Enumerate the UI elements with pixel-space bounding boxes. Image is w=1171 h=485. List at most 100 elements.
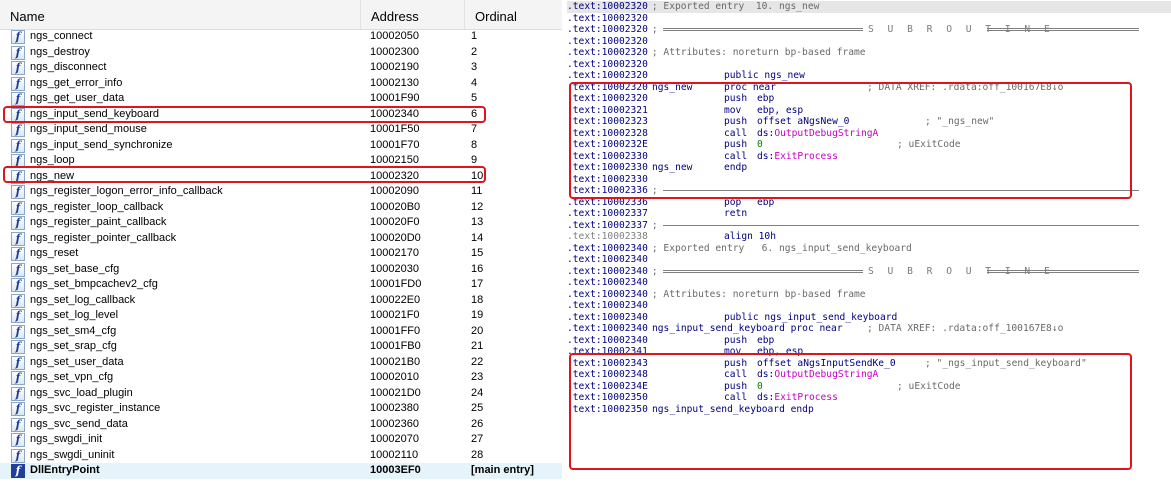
- code-line[interactable]: .text:10002343 push offset aNgsInputSendKe…: [567, 358, 1171, 370]
- table-row[interactable]: f ngs_svc_register_instance 10002380 25: [0, 401, 562, 417]
- table-row[interactable]: f ngs_set_bmpcachev2_cfg 10001FD0 17: [0, 277, 562, 293]
- table-row[interactable]: f ngs_disconnect 10002190 3: [0, 60, 562, 76]
- table-row[interactable]: f ngs_register_loop_callback 100020B0 12: [0, 200, 562, 216]
- line-address: 10002350: [601, 403, 648, 415]
- code-line[interactable]: .text:10002330 call ds:ExitProcess: [567, 151, 1171, 163]
- function-icon: f: [11, 231, 25, 246]
- row-address: 100020F0: [370, 216, 420, 228]
- code-line[interactable]: .text:10002336 pop ebp: [567, 197, 1171, 209]
- table-row[interactable]: f ngs_svc_load_plugin 100021D0 24: [0, 386, 562, 402]
- table-row[interactable]: f ngs_connect 10002050 1: [0, 29, 562, 45]
- code-line[interactable]: .text:10002320: [567, 59, 1171, 71]
- code-line[interactable]: .text:10002348 call ds:OutputDebugStringA: [567, 369, 1171, 381]
- code-line[interactable]: .text:10002340 public ngs_input_send_keyb…: [567, 312, 1171, 324]
- table-row[interactable]: f ngs_input_send_keyboard 10002340 6: [0, 107, 562, 123]
- function-icon: f: [11, 107, 25, 122]
- function-icon: f: [11, 154, 25, 168]
- code-line[interactable]: .text:1000232E push 0 ; uExitCode: [567, 139, 1171, 151]
- table-row[interactable]: f ngs_swgdi_uninit 10002110 28: [0, 448, 562, 464]
- function-icon: f: [11, 247, 25, 261]
- row-name: ngs_set_base_cfg: [30, 262, 120, 275]
- row-ordinal: 19: [471, 309, 484, 321]
- function-icon: f: [11, 278, 25, 292]
- code-line[interactable]: .text:10002328 call ds:OutputDebugStringA: [567, 128, 1171, 140]
- code-line[interactable]: .text:10002340; Exported entry 6. ngs_in…: [567, 243, 1171, 255]
- table-row[interactable]: f DllEntryPoint 10003EF0 [main entry]: [0, 463, 562, 479]
- code-line[interactable]: .text:10002340: [567, 254, 1171, 266]
- code-line[interactable]: .text:10002321 mov ebp, esp: [567, 105, 1171, 117]
- table-row[interactable]: f ngs_register_pointer_callback 100020D0 14: [0, 231, 562, 247]
- table-row[interactable]: f ngs_input_send_synchronize 10001F70 8: [0, 138, 562, 154]
- table-row[interactable]: f ngs_set_sm4_cfg 10001FF0 20: [0, 324, 562, 340]
- code-line[interactable]: .text:10002320: [567, 36, 1171, 48]
- table-row[interactable]: f ngs_swgdi_init 10002070 27: [0, 432, 562, 448]
- row-ordinal: 12: [471, 200, 484, 213]
- code-line[interactable]: .text:10002323 push offset aNgsNew_0 ; "_ng…: [567, 116, 1171, 128]
- code-line[interactable]: .text:10002320: [567, 13, 1171, 25]
- table-row[interactable]: f ngs_register_logon_error_info_callback 1…: [0, 184, 562, 200]
- line-address: 10002320: [601, 58, 648, 70]
- instruction-operand: ebp: [757, 334, 775, 346]
- function-icon: f: [11, 340, 25, 354]
- row-ordinal: 25: [471, 402, 484, 414]
- code-line[interactable]: .text:10002330: [567, 174, 1171, 186]
- table-row[interactable]: f ngs_destroy 10002300 2: [0, 45, 562, 61]
- instruction-mnemonic: align 10h: [724, 231, 776, 242]
- line-address: 10002340: [601, 265, 648, 277]
- table-row[interactable]: f ngs_get_user_data 10001F90 5: [0, 91, 562, 107]
- function-icon: f: [11, 123, 25, 137]
- row-address: 10002090: [370, 185, 419, 197]
- table-row[interactable]: f ngs_reset 10002170 15: [0, 246, 562, 262]
- code-line[interactable]: .text:10002340 ngs_input_send_keyboard pr…: [567, 323, 1171, 335]
- table-row[interactable]: f ngs_set_user_data 100021B0 22: [0, 355, 562, 371]
- table-row[interactable]: f ngs_input_send_mouse 10001F50 7: [0, 122, 562, 138]
- code-line[interactable]: .text:10002340; Attributes: noreturn bp-…: [567, 289, 1171, 301]
- exports-panel: Name Address Ordinal f ngs_connect 1000205…: [0, 0, 562, 485]
- code-line[interactable]: .text:10002336;: [567, 185, 1171, 197]
- line-address: 10002337: [601, 219, 648, 231]
- table-row[interactable]: f ngs_register_paint_callback 100020F0 13: [0, 215, 562, 231]
- disassembly-view[interactable]: .text:10002350 ngs_input_send_keyboard en…: [567, 0, 1171, 485]
- code-line[interactable]: .text:10002320; S U B R O U T I N E: [567, 24, 1171, 36]
- column-header-name[interactable]: Name: [0, 0, 360, 29]
- function-icon: f: [11, 371, 25, 385]
- line-address: 10002323: [601, 116, 648, 127]
- row-address: 100022E0: [370, 293, 421, 306]
- code-line[interactable]: .text:10002320; Exported entry 10. ngs_n…: [567, 1, 1171, 13]
- code-line[interactable]: .text:1000234E push 0 ; uExitCode: [567, 381, 1171, 393]
- segment-prefix: .text:: [567, 357, 602, 369]
- code-line[interactable]: .text:10002320; Attributes: noreturn bp-…: [567, 47, 1171, 59]
- immediate-value: 0: [757, 380, 763, 392]
- function-icon: f: [11, 262, 25, 277]
- code-line[interactable]: .text:10002337 retn: [567, 208, 1171, 220]
- code-line[interactable]: .text:10002340: [567, 277, 1171, 289]
- table-row[interactable]: f ngs_loop 10002150 9: [0, 153, 562, 169]
- code-line[interactable]: .text:10002341 mov ebp, esp: [567, 346, 1171, 358]
- row-name: ngs_set_user_data: [30, 355, 124, 368]
- column-header-ordinal[interactable]: Ordinal: [464, 0, 562, 29]
- code-line[interactable]: .text:10002337;: [567, 220, 1171, 232]
- code-line[interactable]: .text:10002320 public ngs_new: [567, 70, 1171, 82]
- table-row[interactable]: f ngs_new 10002320 10: [0, 169, 562, 185]
- code-line[interactable]: .text:10002320 ngs_new proc near ; DATA XRE…: [567, 82, 1171, 94]
- row-name: ngs_reset: [30, 247, 79, 259]
- table-row[interactable]: f ngs_get_error_info 10002130 4: [0, 76, 562, 92]
- code-line[interactable]: .text:10002350 call ds:ExitProcess: [567, 392, 1171, 404]
- table-row[interactable]: f ngs_set_base_cfg 10002030 16: [0, 262, 562, 278]
- table-row[interactable]: f ngs_set_log_callback 100022E0 18: [0, 293, 562, 309]
- code-line[interactable]: .text:10002340; S U B R O U T I N E: [567, 266, 1171, 278]
- code-line[interactable]: .text:10002338 align 10h: [567, 231, 1171, 243]
- row-name: ngs_destroy: [30, 45, 90, 58]
- row-name: ngs_svc_register_instance: [30, 402, 161, 414]
- separator-rule: [663, 190, 1139, 191]
- code-line[interactable]: .text:10002320 push ebp: [567, 93, 1171, 105]
- code-line[interactable]: .text:10002330 ngs_new endp: [567, 162, 1171, 174]
- code-line[interactable]: .text:10002340 push ebp: [567, 335, 1171, 347]
- table-row[interactable]: f ngs_set_srap_cfg 10001FB0 21: [0, 339, 562, 355]
- code-line[interactable]: .text:10002350 ngs_input_send_keyboard en…: [567, 404, 1171, 416]
- table-row[interactable]: f ngs_set_vpn_cfg 10002010 23: [0, 370, 562, 386]
- table-row[interactable]: f ngs_svc_send_data 10002360 26: [0, 417, 562, 433]
- code-line[interactable]: .text:10002340: [567, 300, 1171, 312]
- table-row[interactable]: f ngs_set_log_level 100021F0 19: [0, 308, 562, 324]
- column-header-address[interactable]: Address: [360, 0, 464, 29]
